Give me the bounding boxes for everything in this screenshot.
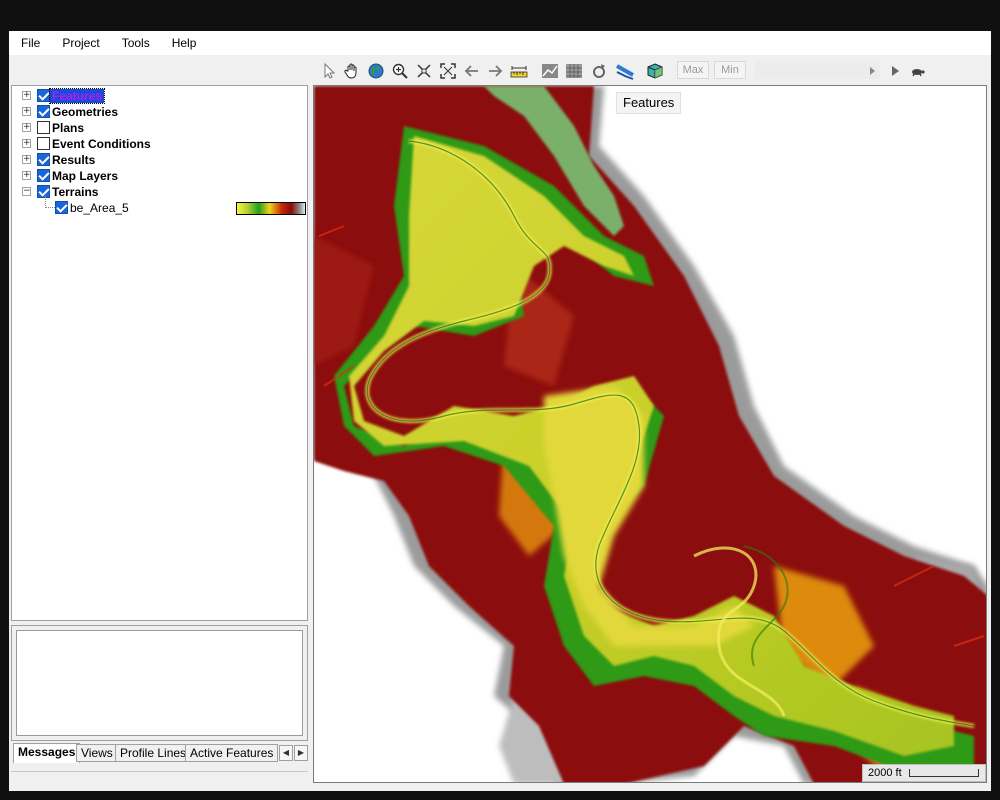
tree-item-map-layers[interactable]: + Map Layers <box>12 168 307 184</box>
tree-item-results[interactable]: + Results <box>12 152 307 168</box>
reload-icon[interactable] <box>589 61 609 81</box>
globe-icon[interactable] <box>366 61 386 81</box>
menu-file[interactable]: File <box>9 31 51 55</box>
map-view[interactable]: Features 2000 ft <box>313 85 987 783</box>
tree-label-geometries[interactable]: Geometries <box>52 105 118 119</box>
expand-plus-icon[interactable]: + <box>22 139 31 148</box>
be-area-5-checkbox[interactable] <box>55 201 68 214</box>
tree-label-features[interactable]: Features <box>48 88 106 104</box>
menu-tools[interactable]: Tools <box>111 31 161 55</box>
scale-bar: 2000 ft <box>862 764 986 782</box>
tab-views[interactable]: Views <box>76 744 118 762</box>
menu-project[interactable]: Project <box>51 31 110 55</box>
expand-plus-icon[interactable]: + <box>22 91 31 100</box>
turtle-icon[interactable] <box>908 61 928 81</box>
tab-active-features[interactable]: Active Features <box>185 744 279 762</box>
tab-messages[interactable]: Messages <box>13 743 81 763</box>
terrain-color-legend <box>236 202 306 215</box>
measure-ruler-icon[interactable] <box>509 61 529 81</box>
scale-label: 2000 ft <box>868 767 902 779</box>
tree-item-be-area-5[interactable]: be_Area_5 <box>12 196 307 216</box>
tree-item-terrains[interactable]: − Terrains <box>12 184 307 200</box>
expand-plus-icon[interactable]: + <box>22 123 31 132</box>
event-conditions-checkbox[interactable] <box>37 137 50 150</box>
toolbar: Max Min <box>9 59 991 83</box>
tree-item-plans[interactable]: + Plans <box>12 120 307 136</box>
tree-label-be-area-5[interactable]: be_Area_5 <box>70 201 129 215</box>
river-layer-icon[interactable] <box>615 61 635 81</box>
tree-item-event-conditions[interactable]: + Event Conditions <box>12 136 307 152</box>
menu-help[interactable]: Help <box>161 31 208 55</box>
select-arrow-icon[interactable] <box>319 61 339 81</box>
terrain-map[interactable] <box>314 86 987 783</box>
max-field[interactable]: Max <box>677 61 709 79</box>
expand-plus-icon[interactable]: + <box>22 171 31 180</box>
map-layers-checkbox[interactable] <box>37 169 50 182</box>
layer-tree: + Features + Geometries + Plans + Event … <box>11 85 308 621</box>
ras-mapper-window: File Project Tools Help Max Min + Featur… <box>9 31 991 791</box>
step-forward-icon[interactable] <box>862 61 882 81</box>
scale-line <box>909 769 979 777</box>
forward-arrow-icon[interactable] <box>485 61 505 81</box>
status-bar <box>11 771 308 789</box>
messages-box[interactable] <box>16 630 303 736</box>
expand-plus-icon[interactable]: + <box>22 107 31 116</box>
tab-profile-lines[interactable]: Profile Lines <box>115 744 192 762</box>
tree-label-event-conditions[interactable]: Event Conditions <box>52 137 151 151</box>
tree-item-geometries[interactable]: + Geometries <box>12 104 307 120</box>
back-arrow-icon[interactable] <box>462 61 482 81</box>
pan-hand-icon[interactable] <box>342 61 362 81</box>
tree-label-plans[interactable]: Plans <box>52 121 84 135</box>
tab-scroll-left-icon[interactable]: ◀ <box>279 745 293 761</box>
messages-panel <box>11 625 308 741</box>
play-icon[interactable] <box>885 61 905 81</box>
menu-bar: File Project Tools Help <box>9 31 991 55</box>
grid-icon[interactable] <box>564 61 584 81</box>
min-field[interactable]: Min <box>714 61 746 79</box>
map-title: Features <box>616 92 682 114</box>
3d-cube-icon[interactable] <box>645 61 665 81</box>
expand-plus-icon[interactable]: + <box>22 155 31 164</box>
features-checkbox[interactable] <box>37 89 50 102</box>
results-checkbox[interactable] <box>37 153 50 166</box>
tree-label-map-layers[interactable]: Map Layers <box>52 169 118 183</box>
zoom-extent-icon[interactable] <box>414 61 434 81</box>
collapse-minus-icon[interactable]: − <box>22 187 31 196</box>
full-extent-icon[interactable] <box>438 61 458 81</box>
tab-scroll-right-icon[interactable]: ▶ <box>294 745 308 761</box>
plans-checkbox[interactable] <box>37 121 50 134</box>
profile-line-icon[interactable] <box>540 61 560 81</box>
tree-item-features[interactable]: + Features <box>12 88 307 104</box>
bottom-tabs: Messages Views Profile Lines Active Feat… <box>11 743 311 763</box>
zoom-in-icon[interactable] <box>390 61 410 81</box>
tree-label-terrains[interactable]: Terrains <box>52 185 98 199</box>
tree-label-results[interactable]: Results <box>52 153 95 167</box>
tree-connector <box>45 196 55 208</box>
geometries-checkbox[interactable] <box>37 105 50 118</box>
